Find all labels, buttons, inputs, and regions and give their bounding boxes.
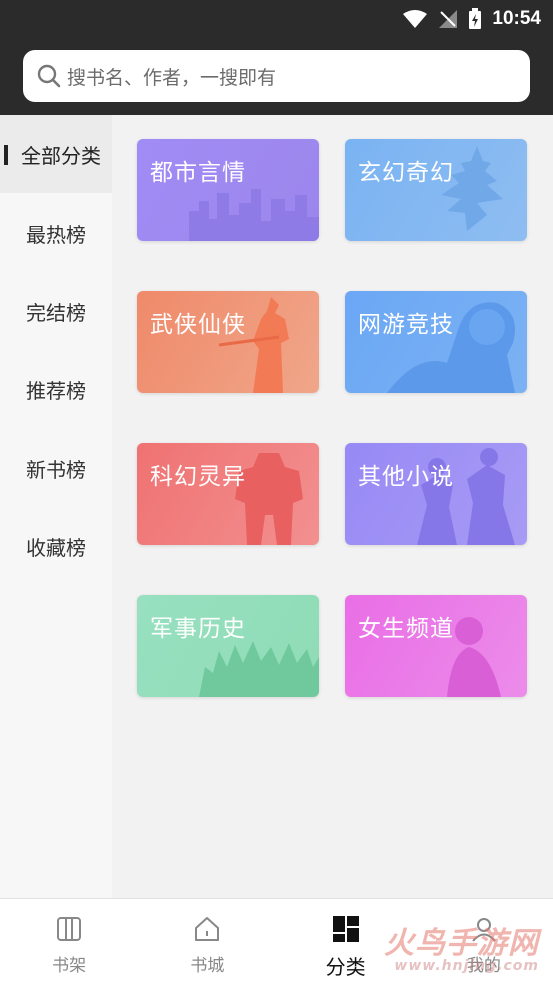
sidebar-item-completed[interactable]: 完结榜 bbox=[0, 272, 112, 350]
sidebar-item-label: 完结榜 bbox=[26, 300, 86, 325]
category-label: 其他小说 bbox=[358, 464, 454, 490]
wifi-icon bbox=[403, 10, 428, 28]
category-card-martial-arts[interactable]: 武侠仙侠 bbox=[137, 291, 319, 393]
sidebar-item-label: 推荐榜 bbox=[26, 378, 86, 403]
category-icon bbox=[331, 913, 361, 945]
site-watermark: 火鸟手游网 www.hnjing.com bbox=[384, 918, 539, 974]
category-grid: 都市言情 玄幻奇幻 武侠仙侠 网游竞技 科幻灵异 其他小说 军事历史 女生频道 bbox=[112, 115, 553, 898]
bookshelf-icon bbox=[54, 913, 84, 945]
category-label: 科幻灵异 bbox=[150, 464, 246, 490]
sidebar-item-recommended[interactable]: 推荐榜 bbox=[0, 350, 112, 428]
category-label: 都市言情 bbox=[150, 160, 246, 186]
category-label: 女生频道 bbox=[358, 616, 454, 642]
sidebar-item-label: 收藏榜 bbox=[26, 535, 86, 560]
category-card-online-games[interactable]: 网游竞技 bbox=[345, 291, 527, 393]
tab-bookshelf[interactable]: 书架 bbox=[0, 899, 138, 983]
watermark-text: 火鸟手游网 bbox=[384, 926, 539, 961]
category-card-scifi-supernatural[interactable]: 科幻灵异 bbox=[137, 443, 319, 545]
top-bar: 10:54 搜书名、作者，一搜即有 bbox=[0, 0, 553, 115]
home-icon bbox=[192, 913, 222, 945]
sidebar-item-label: 新书榜 bbox=[26, 457, 86, 482]
category-label: 武侠仙侠 bbox=[150, 312, 246, 338]
category-label: 网游竞技 bbox=[358, 312, 454, 338]
ranking-sidebar: 全部分类 最热榜 完结榜 推荐榜 新书榜 收藏榜 bbox=[0, 115, 112, 898]
search-icon bbox=[37, 64, 61, 88]
sidebar-item-new-books[interactable]: 新书榜 bbox=[0, 429, 112, 507]
category-card-girls-channel[interactable]: 女生频道 bbox=[345, 595, 527, 697]
no-signal-icon bbox=[439, 10, 458, 28]
tab-bookstore[interactable]: 书城 bbox=[138, 899, 276, 983]
category-card-other-novels[interactable]: 其他小说 bbox=[345, 443, 527, 545]
sidebar-item-favorites[interactable]: 收藏榜 bbox=[0, 507, 112, 585]
sidebar-item-label: 全部分类 bbox=[21, 143, 101, 168]
battery-icon bbox=[469, 8, 482, 29]
tab-label: 分类 bbox=[325, 955, 366, 979]
sidebar-item-hottest[interactable]: 最热榜 bbox=[0, 194, 112, 272]
category-card-urban-romance[interactable]: 都市言情 bbox=[137, 139, 319, 241]
category-card-fantasy[interactable]: 玄幻奇幻 bbox=[345, 139, 527, 241]
search-placeholder: 搜书名、作者，一搜即有 bbox=[67, 66, 277, 89]
sidebar-item-label: 最热榜 bbox=[26, 222, 86, 247]
city-skyline-icon bbox=[189, 189, 319, 241]
category-label: 玄幻奇幻 bbox=[358, 160, 454, 186]
category-card-military-history[interactable]: 军事历史 bbox=[137, 595, 319, 697]
status-bar: 10:54 bbox=[402, 6, 541, 32]
tab-label: 书城 bbox=[190, 956, 225, 976]
search-input[interactable]: 搜书名、作者，一搜即有 bbox=[23, 50, 530, 102]
sidebar-item-all-categories[interactable]: 全部分类 bbox=[0, 115, 112, 193]
watermark-url: www.hnjing.com bbox=[394, 958, 539, 974]
category-label: 军事历史 bbox=[150, 616, 246, 642]
tab-label: 书架 bbox=[52, 956, 87, 976]
status-time: 10:54 bbox=[492, 8, 541, 29]
